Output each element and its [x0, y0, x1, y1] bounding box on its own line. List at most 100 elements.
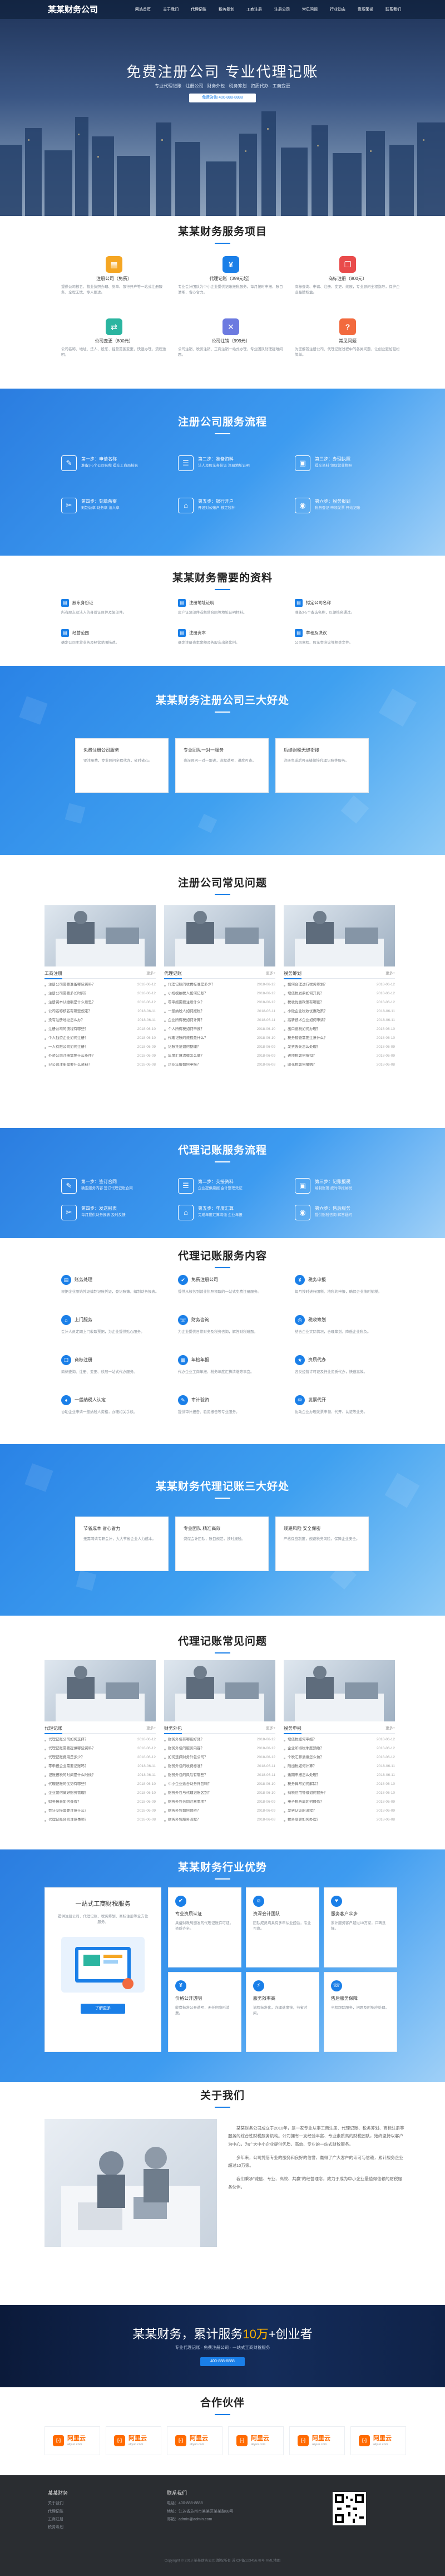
faq-question[interactable]: 税务异常如何解除？ [288, 1782, 365, 1787]
service-item[interactable]: ¥ 代理记账（399元起） 专业会计团队为中小企业提供记账报税服务，每月按时申报，账… [178, 256, 284, 295]
faq-row[interactable]: 企业所得税如何计算？ 2018-06-11 [164, 1018, 275, 1026]
faq-row[interactable]: 零申报企业需要记账吗？ 2018-06-11 [44, 1764, 156, 1772]
faq-question[interactable]: 企业所得税季度预缴？ [288, 1746, 365, 1751]
faq-question[interactable]: 财务外包合同注意事项？ [168, 1800, 246, 1805]
faq-question[interactable]: 印花税如何缴纳？ [288, 1063, 365, 1068]
faq-question[interactable]: 注册资本认缴制是什么意思？ [48, 1000, 126, 1005]
faq-more-link[interactable]: 更多+ [146, 1726, 156, 1731]
faq-more-link[interactable]: 更多+ [266, 1726, 275, 1731]
faq-row[interactable]: 代理记账公司如何选择？ 2018-06-12 [44, 1737, 156, 1745]
faq-question[interactable]: 分公司注册需要什么资料？ [48, 1063, 126, 1068]
faq-row[interactable]: 发票认证的流程？ 2018-06-09 [284, 1808, 395, 1816]
faq-question[interactable]: 会计交接需要注意什么？ [48, 1809, 126, 1814]
cta-phone-button[interactable]: 400-888-8888 [200, 2357, 245, 2366]
faq-question[interactable]: 财务外包与代理记账区别？ [168, 1791, 246, 1796]
faq-more-link[interactable]: 更多+ [146, 971, 156, 977]
faq-more-link[interactable]: 更多+ [385, 1726, 395, 1731]
faq-row[interactable]: 一般纳税人如何报税？ 2018-06-11 [164, 1009, 275, 1017]
faq-row[interactable]: 进项税如何抵扣？ 2018-06-09 [284, 1053, 395, 1061]
faq-row[interactable]: 没有注册地址怎么办？ 2018-06-11 [44, 1018, 156, 1026]
faq-row[interactable]: 记账凭证如何整理？ 2018-06-09 [164, 1044, 275, 1052]
faq-row[interactable]: 企业如何做好财务管理？ 2018-06-10 [44, 1790, 156, 1798]
faq-row[interactable]: 税务变更如何办理？ 2018-06-08 [284, 1817, 395, 1825]
footer-link[interactable]: 关于我们 [48, 2501, 68, 2506]
faq-question[interactable]: 一人有限公司如何注册？ [48, 1045, 126, 1050]
service-item[interactable]: ? 常见问题 为您解答注册公司、代理记账过程中的各类问题，让创业更加轻松简单。 [295, 318, 400, 357]
faq-row[interactable]: 印花税如何缴纳？ 2018-06-08 [284, 1062, 395, 1070]
faq-question[interactable]: 零申报企业需要记账吗？ [48, 1764, 126, 1769]
faq-row[interactable]: 附加税如何计算？ 2018-06-11 [284, 1764, 395, 1772]
faq-row[interactable]: 税务稽查需要注意什么？ 2018-06-10 [284, 1036, 395, 1043]
faq-row[interactable]: 注册公司需要多长时间？ 2018-06-12 [44, 991, 156, 999]
faq-row[interactable]: 如何合理进行税务筹划？ 2018-06-12 [284, 982, 395, 990]
faq-question[interactable]: 代理记账公司如何选择？ [48, 1738, 126, 1743]
faq-question[interactable]: 企业所得税如何计算？ [168, 1018, 246, 1023]
faq-question[interactable]: 记账报税的时间是什么时候？ [48, 1773, 126, 1778]
faq-question[interactable]: 电子税务局如何操作？ [288, 1800, 365, 1805]
faq-question[interactable]: 注册公司的流程有哪些？ [48, 1027, 126, 1032]
faq-question[interactable]: 发票丢失怎么处理？ [288, 1045, 365, 1050]
hero-consult-button[interactable]: 免费咨询 400-888-8888 [189, 94, 256, 102]
faq-row[interactable]: 分公司注册需要什么资料？ 2018-06-08 [44, 1062, 156, 1070]
nav-item[interactable]: 资质荣誉 [352, 7, 379, 12]
faq-question[interactable]: 小规模纳税人如何记账？ [168, 992, 246, 997]
faq-row[interactable]: 发票丢失怎么处理？ 2018-06-09 [284, 1044, 395, 1052]
faq-row[interactable]: 代理记账的收费标准是多少？ 2018-06-12 [164, 982, 275, 990]
faq-question[interactable]: 零申报需要注意什么？ [168, 1000, 246, 1005]
faq-question[interactable]: 代理记账需要提供哪些资料？ [48, 1746, 126, 1751]
faq-question[interactable]: 代理记账的流程是什么？ [168, 1036, 246, 1041]
faq-question[interactable]: 记账凭证如何整理？ [168, 1045, 246, 1050]
faq-question[interactable]: 财务外包的风险有哪些？ [168, 1773, 246, 1778]
faq-question[interactable]: 代理记账合同注意事项？ [48, 1818, 126, 1823]
faq-row[interactable]: 企业年报如何申报？ 2018-06-08 [164, 1062, 275, 1070]
faq-row[interactable]: 个人所得税如何申报？ 2018-06-10 [164, 1027, 275, 1034]
service-item[interactable]: ❐ 商标注册（800元） 商标查询、申请、注册、变更、续展，专业顾问全程指导，保护企… [295, 256, 400, 295]
faq-row[interactable]: 电子税务局如何操作？ 2018-06-09 [284, 1799, 395, 1807]
faq-question[interactable]: 个人独资企业如何注册？ [48, 1036, 126, 1041]
faq-row[interactable]: 小规模纳税人如何记账？ 2018-06-12 [164, 991, 275, 999]
faq-row[interactable]: 如何选择财务外包公司？ 2018-06-12 [164, 1755, 275, 1763]
faq-row[interactable]: 逾期申报怎么处理？ 2018-06-11 [284, 1773, 395, 1780]
nav-item[interactable]: 工商注册 [240, 7, 268, 12]
service-item[interactable]: ⇄ 公司变更（800元） 公司名称、地址、法人、股东、经营范围变更，快速办理，流程透… [61, 318, 167, 357]
faq-row[interactable]: 财务外包的服务内容？ 2018-06-12 [164, 1746, 275, 1754]
faq-question[interactable]: 税收优惠政策有哪些？ [288, 1000, 365, 1005]
faq-row[interactable]: 高新技术企业如何申请？ 2018-06-11 [284, 1018, 395, 1026]
nav-item[interactable]: 联系我们 [379, 7, 407, 12]
faq-row[interactable]: 代理记账的流程是什么？ 2018-06-10 [164, 1036, 275, 1043]
faq-row[interactable]: 税务异常如何解除？ 2018-06-10 [284, 1782, 395, 1789]
faq-question[interactable]: 进项税如何抵扣？ [288, 1054, 365, 1059]
faq-row[interactable]: 财务外包服务流程？ 2018-06-08 [164, 1817, 275, 1825]
partner-logo[interactable]: [-] 阿里云 aliyun.com [44, 2426, 100, 2455]
faq-question[interactable]: 逾期申报怎么处理？ [288, 1773, 365, 1778]
faq-row[interactable]: 税收优惠政策有哪些？ 2018-06-12 [284, 1000, 395, 1008]
service-item[interactable]: ✕ 公司注销（999元） 公司注销、税务注销、工商注销一站式办理，专业团队处理疑难问… [178, 318, 284, 357]
faq-row[interactable]: 代理记账费用是多少？ 2018-06-12 [44, 1755, 156, 1763]
nav-item[interactable]: 关于我们 [157, 7, 185, 12]
faq-row[interactable]: 增值税如何申报？ 2018-06-12 [284, 1737, 395, 1745]
faq-question[interactable]: 一般纳税人如何报税？ [168, 1009, 246, 1014]
faq-question[interactable]: 高新技术企业如何申请？ [288, 1018, 365, 1023]
faq-question[interactable]: 增值税如何申报？ [288, 1738, 365, 1743]
faq-row[interactable]: 增值税发票如何开具？ 2018-06-12 [284, 991, 395, 999]
faq-question[interactable]: 财务外包如何保密？ [168, 1809, 246, 1814]
nav-item[interactable]: 税务筹划 [212, 7, 240, 12]
faq-row[interactable]: 零申报需要注意什么？ 2018-06-12 [164, 1000, 275, 1008]
footer-link[interactable]: 代理记账 [48, 2509, 68, 2514]
faq-question[interactable]: 代理记账的优势有哪些？ [48, 1782, 126, 1787]
faq-question[interactable]: 小微企业税收优惠政策？ [288, 1009, 365, 1014]
nav-item[interactable]: 常见问题 [296, 7, 324, 12]
faq-row[interactable]: 纳税信用等级如何提升？ 2018-06-10 [284, 1790, 395, 1798]
faq-row[interactable]: 注册资本认缴制是什么意思？ 2018-06-12 [44, 1000, 156, 1008]
faq-question[interactable]: 代理记账费用是多少？ [48, 1755, 126, 1760]
nav-item[interactable]: 注册公司 [268, 7, 296, 12]
faq-row[interactable]: 年度汇算清缴怎么做？ 2018-06-09 [164, 1053, 275, 1061]
faq-row[interactable]: 个税汇算清缴怎么做？ 2018-06-12 [284, 1755, 395, 1763]
faq-question[interactable]: 企业年报如何申报？ [168, 1063, 246, 1068]
faq-question[interactable]: 增值税发票如何开具？ [288, 992, 365, 997]
faq-row[interactable]: 代理记账需要提供哪些资料？ 2018-06-12 [44, 1746, 156, 1754]
faq-row[interactable]: 财务外包的风险有哪些？ 2018-06-11 [164, 1773, 275, 1780]
faq-question[interactable]: 企业如何做好财务管理？ [48, 1791, 126, 1796]
faq-row[interactable]: 小微企业税收优惠政策？ 2018-06-11 [284, 1009, 395, 1017]
site-logo[interactable]: 某某财务公司 [48, 4, 98, 16]
